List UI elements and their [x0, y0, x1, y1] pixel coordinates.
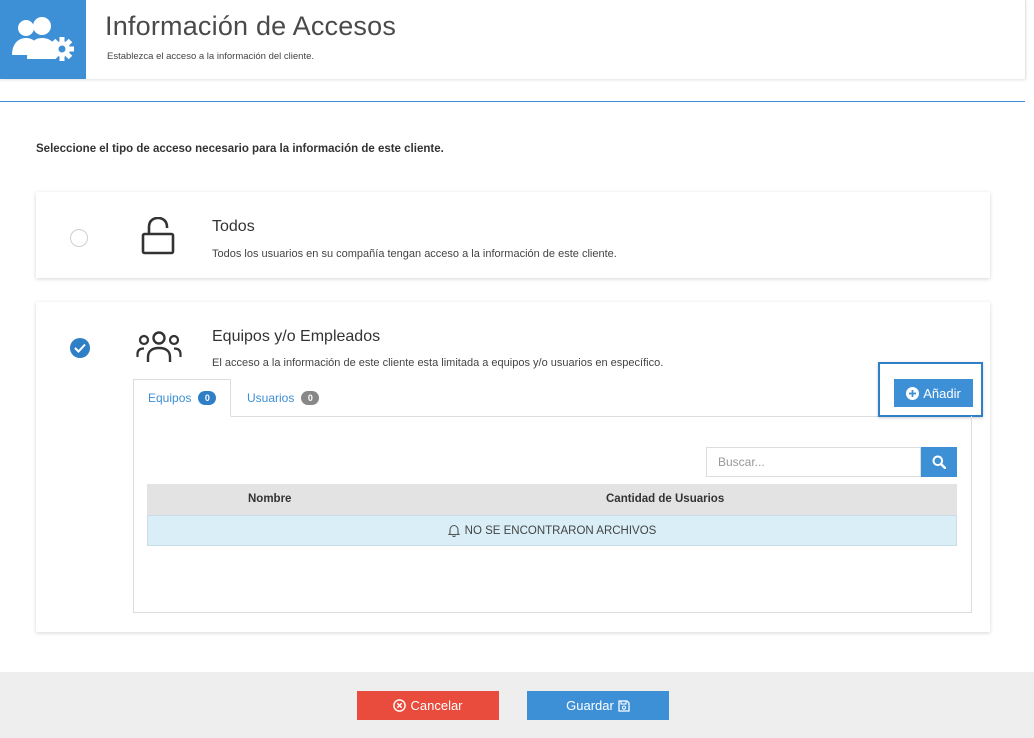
users-icon [136, 331, 182, 362]
search-button[interactable] [921, 447, 957, 477]
save-button-label: Guardar [566, 698, 614, 713]
unlock-icon [141, 217, 175, 255]
tab-equipos[interactable]: Equipos 0 [133, 379, 232, 417]
tab-label-equipos: Equipos [148, 391, 192, 405]
footer-bar: Cancelar Guardar [0, 672, 1034, 738]
option-title-equipos: Equipos y/o Empleados [212, 328, 381, 345]
tab-count-equipos: 0 [198, 391, 217, 405]
page-header: Información de Accesos Establezca el acc… [0, 0, 1026, 79]
page-subtitle: Establezca el acceso a la información de… [107, 51, 315, 62]
search-icon [932, 455, 946, 469]
cancel-button[interactable]: Cancelar [357, 691, 499, 720]
tab-count-usuarios: 0 [301, 390, 320, 405]
radio-equipos[interactable] [70, 338, 90, 358]
users-gear-icon [12, 16, 74, 61]
column-header-cantidad[interactable]: Cantidad de Usuarios [606, 493, 724, 505]
radio-todos[interactable] [70, 229, 88, 247]
add-button-label: Añadir [923, 385, 961, 401]
table-empty-message: NO SE ENCONTRARON ARCHIVOS [464, 524, 657, 537]
option-title-todos: Todos [212, 218, 255, 235]
access-option-equipos[interactable]: Equipos y/o Empleados El acceso a la inf… [36, 302, 990, 632]
floppy-disk-icon [618, 699, 630, 712]
add-button[interactable]: Añadir [894, 379, 973, 407]
tab-pane-equipos: Nombre Cantidad de Usuarios NO SE ENCONT… [133, 416, 972, 613]
option-desc-equipos: El acceso a la información de este clien… [212, 357, 664, 369]
search-input[interactable] [706, 447, 921, 477]
option-desc-todos: Todos los usuarios en su compañía tengan… [212, 248, 617, 260]
page-title: Información de Accesos [105, 11, 397, 41]
table-empty-row: NO SE ENCONTRARON ARCHIVOS [147, 515, 957, 546]
tab-usuarios[interactable]: Usuarios 0 [233, 379, 333, 416]
checkmark-icon [74, 343, 86, 353]
add-button-highlight: Añadir [878, 362, 983, 417]
access-instruction: Seleccione el tipo de acceso necesario p… [36, 143, 444, 155]
cancel-button-label: Cancelar [410, 698, 463, 713]
header-divider [0, 101, 1025, 102]
tab-label-usuarios: Usuarios [247, 390, 295, 405]
access-option-todos[interactable]: Todos Todos los usuarios en su compañía … [36, 192, 990, 278]
bell-icon [447, 524, 460, 537]
times-circle-icon [393, 699, 407, 712]
table-header: Nombre Cantidad de Usuarios [147, 484, 957, 515]
access-tabs: Equipos 0 Usuarios 0 [133, 379, 972, 417]
save-button[interactable]: Guardar [527, 691, 669, 720]
column-header-nombre[interactable]: Nombre [248, 493, 291, 505]
header-icon-box [0, 0, 86, 79]
plus-circle-icon [906, 386, 920, 400]
